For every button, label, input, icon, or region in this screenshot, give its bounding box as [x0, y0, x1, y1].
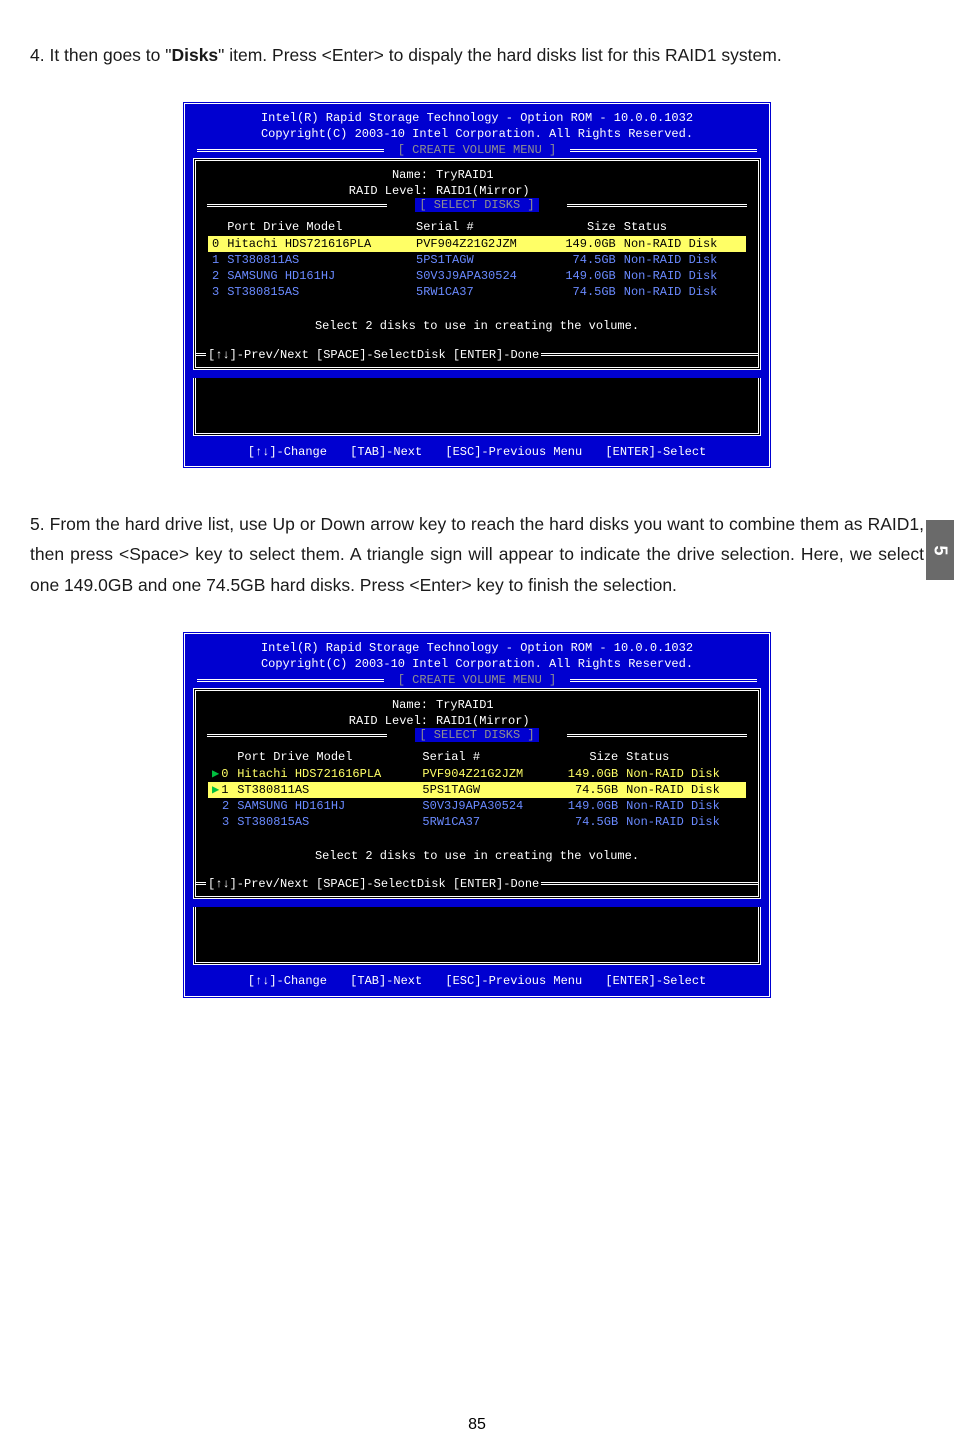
name-label: Name: — [346, 697, 436, 713]
name-value: TryRAID1 — [436, 697, 494, 713]
bios-screen-2: Intel(R) Rapid Storage Technology - Opti… — [182, 631, 772, 999]
bios-screen-1: Intel(R) Rapid Storage Technology - Opti… — [182, 101, 772, 469]
done-line: [↑↓]-Prev/Next [SPACE]-SelectDisk [ENTER… — [206, 347, 541, 363]
create-volume-menu-label: [ CREATE VOLUME MENU ] — [185, 672, 769, 686]
step-4-instruction: 4. It then goes to "Disks" item. Press <… — [30, 40, 924, 71]
disk-row-3[interactable]: 3 ST380815AS 5RW1CA37 74.5GB Non-RAID Di… — [208, 814, 746, 830]
bios-footer: [↑↓]-Change [TAB]-Next [ESC]-Previous Me… — [185, 440, 769, 466]
select-disks-label: [ SELECT DISKS ] — [196, 727, 758, 741]
step-5-instruction: 5. From the hard drive list, use Up or D… — [30, 509, 924, 601]
bios-footer: [↑↓]-Change [TAB]-Next [ESC]-Previous Me… — [185, 969, 769, 995]
disk-row-1-selected[interactable]: ▶1 ST380811AS 5PS1TAGW 74.5GB Non-RAID D… — [208, 782, 746, 798]
bios-title-1: Intel(R) Rapid Storage Technology - Opti… — [185, 640, 769, 656]
disk-table: Port Drive Model Serial # Size Status ▶0… — [208, 749, 746, 830]
select-disks-label: [ SELECT DISKS ] — [196, 197, 758, 211]
step-number: 4. — [30, 45, 45, 65]
done-line: [↑↓]-Prev/Next [SPACE]-SelectDisk [ENTER… — [206, 876, 541, 892]
disk-row-0[interactable]: 0 Hitachi HDS721616PLA PVF904Z21G2JZM 14… — [208, 236, 746, 252]
disk-row-2[interactable]: 2 SAMSUNG HD161HJ S0V3J9APA30524 149.0GB… — [208, 268, 746, 284]
page-number: 85 — [0, 1416, 954, 1434]
triangle-icon: ▶ — [212, 767, 221, 781]
bios-title-2: Copyright(C) 2003-10 Intel Corporation. … — [185, 126, 769, 142]
disk-table: Port Drive Model Serial # Size Status 0 … — [208, 219, 746, 300]
disk-row-3[interactable]: 3 ST380815AS 5RW1CA37 74.5GB Non-RAID Di… — [208, 284, 746, 300]
name-label: Name: — [346, 167, 436, 183]
chapter-tab: 5 — [926, 520, 954, 580]
disk-row-2[interactable]: 2 SAMSUNG HD161HJ S0V3J9APA30524 149.0GB… — [208, 798, 746, 814]
name-value: TryRAID1 — [436, 167, 494, 183]
bios-title-2: Copyright(C) 2003-10 Intel Corporation. … — [185, 656, 769, 672]
step-number: 5. — [30, 514, 45, 534]
bios-title-1: Intel(R) Rapid Storage Technology - Opti… — [185, 110, 769, 126]
triangle-icon: ▶ — [212, 783, 221, 797]
disk-row-0-selected[interactable]: ▶0 Hitachi HDS721616PLA PVF904Z21G2JZM 1… — [208, 766, 746, 782]
create-volume-menu-label: [ CREATE VOLUME MENU ] — [185, 142, 769, 156]
disk-row-1[interactable]: 1 ST380811AS 5PS1TAGW 74.5GB Non-RAID Di… — [208, 252, 746, 268]
